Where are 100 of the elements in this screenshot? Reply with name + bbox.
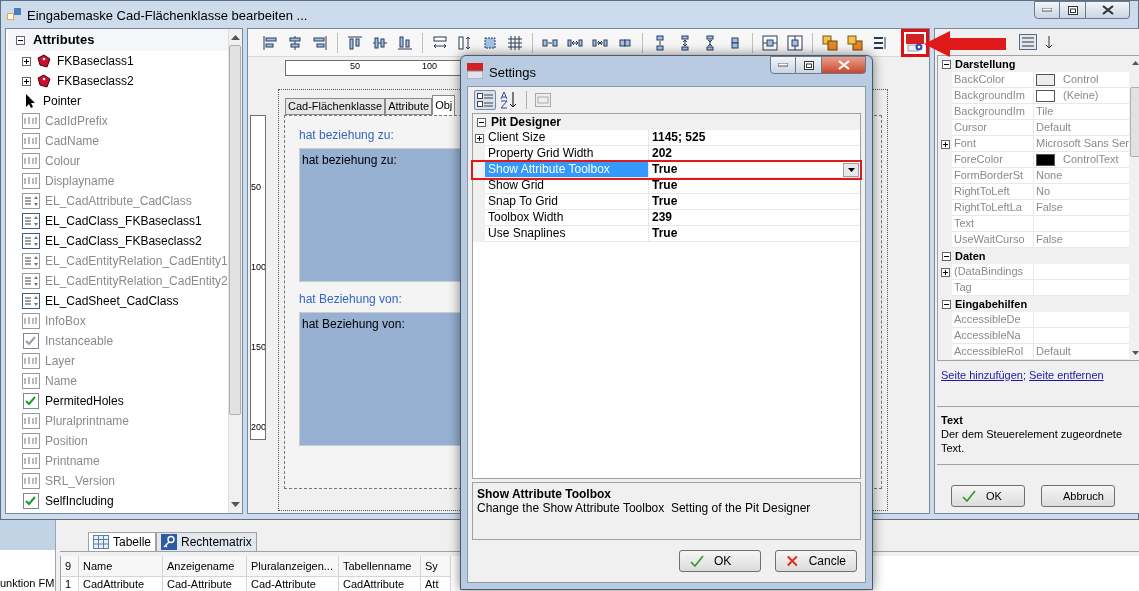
scroll-up-icon[interactable] bbox=[1132, 61, 1139, 65]
toolbox-item[interactable]: FKBaseclass2 bbox=[8, 71, 228, 91]
property-row[interactable]: Client Size 1145; 525 bbox=[473, 130, 860, 146]
table-cell: 1 bbox=[61, 577, 79, 591]
scrollbar[interactable] bbox=[1128, 56, 1139, 360]
categorized-button[interactable] bbox=[474, 90, 496, 110]
ruler-label: 100 bbox=[422, 61, 438, 71]
table-cell: Att bbox=[421, 577, 451, 591]
tab[interactable]: Cad-Flächenklasse bbox=[285, 98, 386, 115]
tab[interactable]: Attribute bbox=[385, 98, 433, 115]
expand-icon[interactable] bbox=[474, 133, 484, 143]
same-size-icon[interactable] bbox=[482, 34, 498, 51]
send-to-back-icon[interactable] bbox=[847, 34, 863, 51]
toolbox-item[interactable]: EL_CadClass_FKBaseclass2 bbox=[8, 231, 228, 251]
expand-icon[interactable] bbox=[940, 267, 950, 277]
link[interactable]: Seite entfernen bbox=[1029, 367, 1104, 406]
tab[interactable]: Rechtematrix bbox=[156, 532, 257, 551]
column-header: Anzeigename bbox=[163, 556, 247, 577]
close-icon bbox=[837, 60, 850, 70]
toolbox-item[interactable]: EL_CadEntityRelation_CadEntity2 bbox=[8, 271, 228, 291]
close-button[interactable] bbox=[1086, 1, 1130, 19]
center-vertically-icon[interactable] bbox=[787, 34, 803, 51]
maximize-button[interactable] bbox=[796, 56, 822, 74]
minimize-button[interactable] bbox=[1034, 1, 1060, 19]
toolbox-item[interactable]: SelfIncluding bbox=[8, 491, 228, 511]
scrollbar[interactable] bbox=[227, 29, 242, 513]
toolbox-item[interactable]: FKBaseclass1 bbox=[8, 51, 228, 71]
expand-icon[interactable] bbox=[940, 139, 950, 149]
toolbox-item[interactable]: Layer bbox=[8, 351, 228, 371]
toolbox-item[interactable]: Displayname bbox=[8, 171, 228, 191]
toolbox-item[interactable]: SRL_Version bbox=[8, 471, 228, 491]
toolbox-item[interactable]: Name bbox=[8, 371, 228, 391]
toolbox-item[interactable]: CadIdPrefix bbox=[8, 111, 228, 131]
center-horizontally-icon[interactable] bbox=[762, 34, 778, 51]
toolbox-item[interactable]: Printname bbox=[8, 451, 228, 471]
expand-icon[interactable] bbox=[22, 56, 31, 66]
toolbox-item[interactable]: EL_CadClass_FKBaseclass1 bbox=[8, 211, 228, 231]
scrollbar-thumb[interactable] bbox=[1130, 87, 1139, 157]
toolbox-item[interactable]: EL_CadSheet_CadClass bbox=[8, 291, 228, 311]
cancel-button[interactable]: Abbruch bbox=[1041, 485, 1115, 507]
scroll-up-icon[interactable] bbox=[230, 35, 240, 40]
link[interactable]: Seite hinzufügen bbox=[941, 367, 1023, 406]
tab-order-icon[interactable] bbox=[872, 34, 888, 51]
property-row[interactable]: Show Attribute Toolbox True bbox=[473, 162, 860, 178]
scroll-down-icon[interactable] bbox=[230, 502, 240, 507]
toolbox-item[interactable]: Instanceable bbox=[8, 331, 228, 351]
toolbox-item[interactable]: CadName bbox=[8, 131, 228, 151]
align-center-icon[interactable] bbox=[287, 34, 303, 51]
scrollbar-thumb[interactable] bbox=[229, 45, 242, 415]
textbox-icon bbox=[22, 373, 40, 389]
tab[interactable]: Tabelle bbox=[88, 532, 157, 551]
toolbox-item[interactable]: InfoBox bbox=[8, 311, 228, 331]
collapse-icon[interactable] bbox=[942, 251, 951, 261]
table-icon bbox=[93, 535, 109, 549]
expand-icon[interactable] bbox=[22, 76, 31, 86]
checkmark-icon bbox=[962, 490, 976, 502]
same-height-icon[interactable] bbox=[457, 34, 473, 51]
scroll-down-icon[interactable] bbox=[1132, 351, 1139, 355]
toolbox-item[interactable]: PermitedHoles bbox=[8, 391, 228, 411]
align-bottom-icon[interactable] bbox=[397, 34, 413, 51]
textbox-icon bbox=[22, 453, 40, 469]
property-row[interactable]: Use Snaplines True bbox=[473, 226, 860, 242]
toolbox-item[interactable]: EL_CadAttribute_CadClass bbox=[8, 191, 228, 211]
collapse-icon[interactable] bbox=[942, 59, 951, 69]
align-top-icon[interactable] bbox=[347, 34, 363, 51]
collapse-icon[interactable] bbox=[477, 117, 486, 127]
property-row[interactable]: Snap To Grid True bbox=[473, 194, 860, 210]
toolbox-item[interactable]: EL_CadEntityRelation_CadEntity1 bbox=[8, 251, 228, 271]
checkbox-icon bbox=[22, 393, 40, 409]
categorized-icon[interactable] bbox=[1019, 34, 1037, 50]
minimize-button[interactable] bbox=[770, 56, 796, 74]
bring-to-front-icon[interactable] bbox=[822, 34, 838, 51]
arrow-icon bbox=[924, 31, 1006, 57]
collapse-icon[interactable] bbox=[942, 299, 951, 309]
tab[interactable]: Obj bbox=[432, 95, 456, 115]
align-left-icon[interactable] bbox=[262, 34, 278, 51]
dropdown-button[interactable] bbox=[843, 162, 859, 177]
window-title: Settings bbox=[489, 64, 536, 82]
grid-icon[interactable] bbox=[507, 34, 523, 51]
textbox-icon bbox=[22, 113, 40, 129]
toolbox-item[interactable]: Position bbox=[8, 431, 228, 451]
toolbox-item[interactable]: Pluralprintname bbox=[8, 411, 228, 431]
property-name: BackColor bbox=[952, 72, 1034, 88]
ok-button[interactable]: OK bbox=[679, 550, 761, 572]
property-value: Microsoft Sans Ser bbox=[1036, 136, 1129, 151]
toolbox-item[interactable]: Pointer bbox=[8, 91, 228, 111]
property-row[interactable]: Toolbox Width 239 bbox=[473, 210, 860, 226]
collapse-icon[interactable] bbox=[16, 35, 25, 45]
category-header: Pit Designer bbox=[491, 114, 562, 130]
property-name: AccessibleNa bbox=[952, 328, 1034, 344]
maximize-button[interactable] bbox=[1060, 1, 1086, 19]
cancel-button[interactable]: Cancle bbox=[775, 550, 857, 572]
ok-button[interactable]: OK bbox=[951, 485, 1025, 507]
toolbox-item[interactable]: Colour bbox=[8, 151, 228, 171]
sort-alphabetical-icon[interactable] bbox=[500, 91, 518, 109]
settings-button[interactable] bbox=[901, 28, 929, 57]
align-right-icon[interactable] bbox=[312, 34, 328, 51]
property-name: Cursor bbox=[952, 120, 1034, 136]
same-width-icon[interactable] bbox=[432, 34, 448, 51]
align-middle-icon[interactable] bbox=[372, 34, 388, 51]
